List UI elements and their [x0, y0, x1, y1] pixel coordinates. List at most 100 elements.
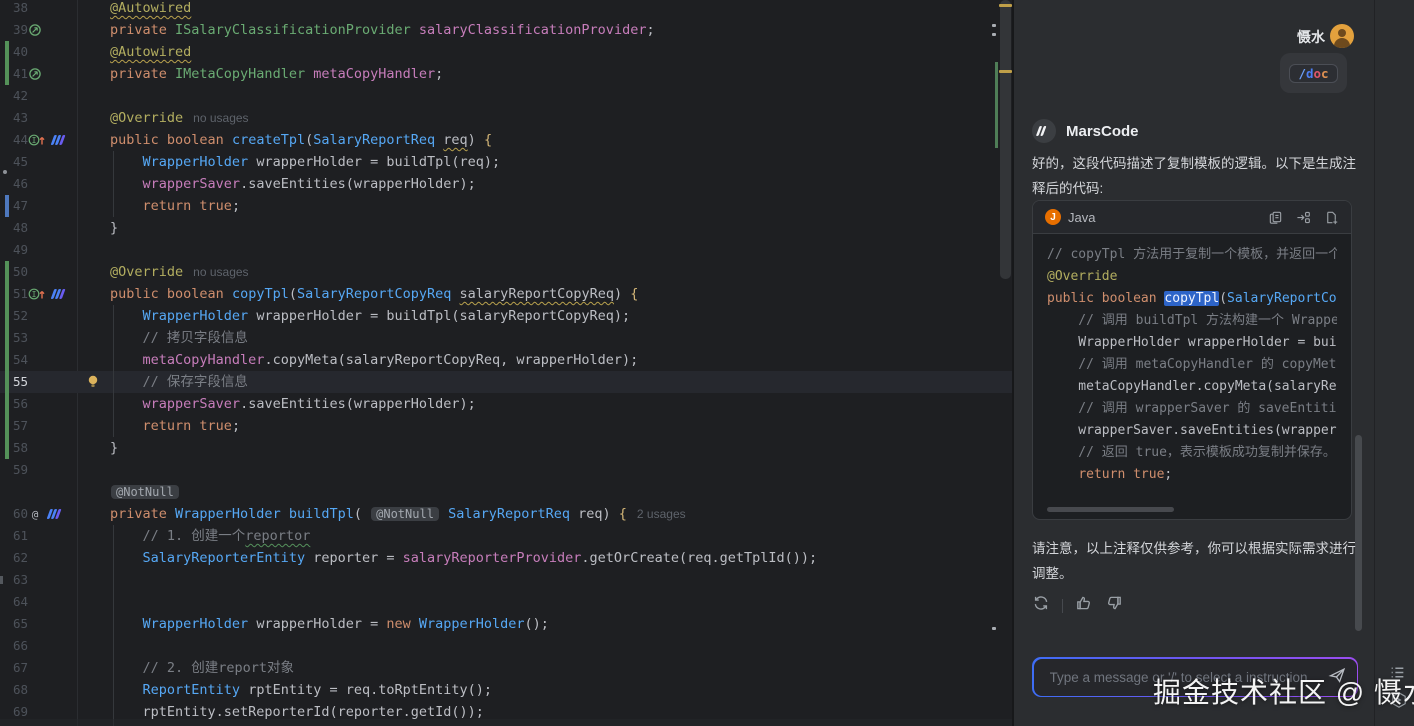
marscode-gutter-icon[interactable]	[50, 287, 67, 301]
editor-line-65[interactable]: 65 WrapperHolder wrapperHolder = new Wra…	[0, 613, 1012, 635]
warning-stripe-mark[interactable]	[999, 70, 1012, 73]
editor-scrollbar[interactable]	[1000, 0, 1011, 279]
code-token	[110, 704, 143, 720]
line-number[interactable]: 59	[4, 459, 28, 481]
code-token: // 调用 metaCopyHandler 的 copyMeta 方法	[1047, 357, 1337, 372]
code-line-text: private WrapperHolder buildTpl( @NotNull…	[110, 503, 686, 525]
code-editor[interactable]: 38@Autowired39private ISalaryClassificat…	[0, 0, 1012, 726]
editor-line-60[interactable]: 60@ private WrapperHolder buildTpl( @NotN…	[0, 503, 1012, 525]
line-number[interactable]: 62	[4, 547, 28, 569]
spring-bean-icon[interactable]	[28, 67, 42, 81]
code-horizontal-scrollbar[interactable]	[1047, 507, 1174, 512]
editor-line-67[interactable]: 67 // 2. 创建report对象	[0, 657, 1012, 679]
line-number[interactable]: 46	[4, 173, 28, 195]
line-number[interactable]: 57	[4, 415, 28, 437]
editor-line-43[interactable]: 43@Override no usages	[0, 107, 1012, 129]
annotated-icon[interactable]: @	[28, 507, 42, 521]
code-token: wrapperSaver	[143, 396, 241, 412]
line-number[interactable]: 68	[4, 679, 28, 701]
line-number[interactable]: 54	[4, 349, 28, 371]
editor-line-56[interactable]: 56 wrapperSaver.saveEntities(wrapperHold…	[0, 393, 1012, 415]
line-number[interactable]: 67	[4, 657, 28, 679]
line-number[interactable]: 48	[4, 217, 28, 239]
editor-line-66[interactable]: 66	[0, 635, 1012, 657]
code-token: @NotNull	[371, 507, 439, 521]
editor-line-64[interactable]: 64	[0, 591, 1012, 613]
thumbs-down-icon[interactable]	[1105, 594, 1123, 617]
doc-command-chip[interactable]: /doc	[1289, 64, 1337, 83]
line-number[interactable]: 50	[4, 261, 28, 283]
regenerate-icon[interactable]	[1032, 594, 1050, 617]
copy-code-icon[interactable]	[1268, 210, 1283, 225]
line-number[interactable]: 52	[4, 305, 28, 327]
editor-line-53[interactable]: 53 // 拷贝字段信息	[0, 327, 1012, 349]
editor-line-63[interactable]: 63	[0, 569, 1012, 591]
spring-bean-icon[interactable]	[28, 23, 42, 37]
line-number[interactable]: 66	[4, 635, 28, 657]
editor-line-51[interactable]: 51Ipublic boolean copyTpl(SalaryReportCo…	[0, 283, 1012, 305]
chat-code-line: // 调用 wrapperSaver 的 saveEntities 方	[1047, 398, 1337, 420]
code-token: no usages	[183, 265, 248, 279]
thumbs-up-icon[interactable]	[1075, 594, 1093, 617]
line-number[interactable]: 64	[4, 591, 28, 613]
line-number[interactable]: 55	[4, 371, 28, 393]
code-token: .saveEntities(wrapperHolder);	[240, 176, 476, 192]
editor-line-38[interactable]: 38@Autowired	[0, 0, 1012, 19]
code-token: metaCopyHandler	[313, 66, 435, 82]
line-number[interactable]: 60	[4, 503, 28, 525]
editor-line-41[interactable]: 41private IMetaCopyHandler metaCopyHandl…	[0, 63, 1012, 85]
implement-method-icon[interactable]: I	[28, 133, 46, 147]
marscode-gutter-icon[interactable]	[50, 133, 67, 147]
code-token	[110, 198, 143, 214]
line-number[interactable]: 38	[4, 0, 28, 19]
marscode-gutter-icon[interactable]	[46, 507, 63, 521]
line-number[interactable]: 51	[4, 283, 28, 305]
editor-inlay-line[interactable]: @NotNull	[0, 481, 1012, 503]
line-number[interactable]: 53	[4, 327, 28, 349]
editor-line-46[interactable]: 46 wrapperSaver.saveEntities(wrapperHold…	[0, 173, 1012, 195]
code-token	[110, 352, 143, 368]
insert-code-icon[interactable]	[1296, 210, 1311, 225]
editor-line-40[interactable]: 40@Autowired	[0, 41, 1012, 63]
editor-line-49[interactable]: 49	[0, 239, 1012, 261]
editor-line-50[interactable]: 50@Override no usages	[0, 261, 1012, 283]
editor-line-54[interactable]: 54 metaCopyHandler.copyMeta(salaryReport…	[0, 349, 1012, 371]
code-block-body[interactable]: // copyTpl 方法用于复制一个模板，并返回一个@Overridepubl…	[1033, 234, 1351, 496]
warning-stripe-mark[interactable]	[999, 4, 1012, 7]
line-number[interactable]: 39	[4, 19, 28, 41]
editor-line-57[interactable]: 57 return true;	[0, 415, 1012, 437]
line-number[interactable]: 47	[4, 195, 28, 217]
editor-line-39[interactable]: 39private ISalaryClassificationProvider …	[0, 19, 1012, 41]
code-line-text: metaCopyHandler.copyMeta(salaryReportCop…	[110, 349, 638, 371]
line-number[interactable]: 41	[4, 63, 28, 85]
line-number[interactable]: 63	[4, 569, 28, 591]
code-token: WrapperHolder	[143, 308, 257, 324]
line-number[interactable]: 45	[4, 151, 28, 173]
editor-line-59[interactable]: 59	[0, 459, 1012, 481]
editor-line-68[interactable]: 68 ReportEntity rptEntity = req.toRptEnt…	[0, 679, 1012, 701]
line-number[interactable]: 56	[4, 393, 28, 415]
editor-line-61[interactable]: 61 // 1. 创建一个reportor	[0, 525, 1012, 547]
editor-line-52[interactable]: 52 WrapperHolder wrapperHolder = buildTp…	[0, 305, 1012, 327]
editor-line-44[interactable]: 44Ipublic boolean createTpl(SalaryReport…	[0, 129, 1012, 151]
new-file-code-icon[interactable]	[1324, 210, 1339, 225]
editor-line-62[interactable]: 62 SalaryReporterEntity reporter = salar…	[0, 547, 1012, 569]
line-number[interactable]: 49	[4, 239, 28, 261]
code-language-label: Java	[1068, 210, 1268, 225]
editor-line-47[interactable]: 47 return true;	[0, 195, 1012, 217]
line-number[interactable]: 61	[4, 525, 28, 547]
line-number[interactable]: 43	[4, 107, 28, 129]
implement-method-icon[interactable]: I	[28, 287, 46, 301]
line-number[interactable]: 58	[4, 437, 28, 459]
line-number[interactable]: 44	[4, 129, 28, 151]
editor-line-45[interactable]: 45 WrapperHolder wrapperHolder = buildTp…	[0, 151, 1012, 173]
line-number[interactable]: 42	[4, 85, 28, 107]
editor-line-55[interactable]: 55 // 保存字段信息	[0, 371, 1012, 393]
editor-line-58[interactable]: 58}	[0, 437, 1012, 459]
editor-line-48[interactable]: 48}	[0, 217, 1012, 239]
line-number[interactable]: 40	[4, 41, 28, 63]
code-line-text: }	[110, 437, 118, 459]
line-number[interactable]: 65	[4, 613, 28, 635]
editor-line-42[interactable]: 42	[0, 85, 1012, 107]
chat-scrollbar[interactable]	[1355, 435, 1362, 631]
